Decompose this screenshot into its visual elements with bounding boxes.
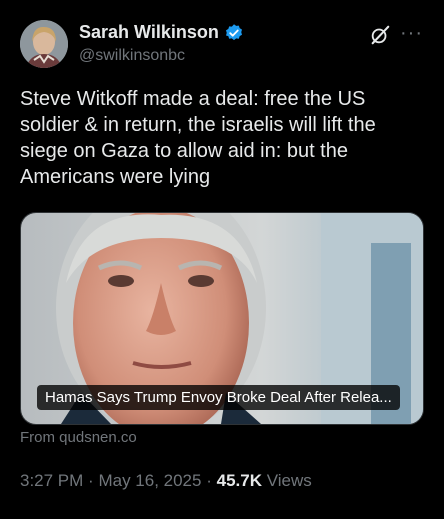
tweet-date[interactable]: May 16, 2025 (98, 471, 201, 490)
meta-separator: · (206, 471, 212, 490)
views-count: 45.7K (216, 471, 262, 490)
tweet-meta: 3:27 PM · May 16, 2025 · 45.7K Views (20, 471, 312, 491)
card-title[interactable]: Hamas Says Trump Envoy Broke Deal After … (37, 385, 400, 410)
meta-separator: · (88, 471, 94, 490)
grok-icon[interactable] (369, 24, 391, 46)
more-icon[interactable]: ··· (400, 22, 423, 45)
tweet-time[interactable]: 3:27 PM (20, 471, 83, 490)
views-label: Views (266, 471, 312, 490)
avatar-image (20, 20, 68, 68)
avatar[interactable] (20, 20, 68, 68)
author-name-row[interactable]: Sarah Wilkinson (79, 22, 244, 43)
author-handle[interactable]: @swilkinsonbc (79, 47, 185, 65)
verified-badge-icon (225, 23, 242, 40)
author-display-name[interactable]: Sarah Wilkinson (79, 22, 219, 43)
tweet-text: Steve Witkoff made a deal: free the US s… (20, 88, 376, 188)
card-source[interactable]: From qudsnen.co (20, 429, 137, 446)
link-card[interactable]: Hamas Says Trump Envoy Broke Deal After … (20, 212, 424, 425)
